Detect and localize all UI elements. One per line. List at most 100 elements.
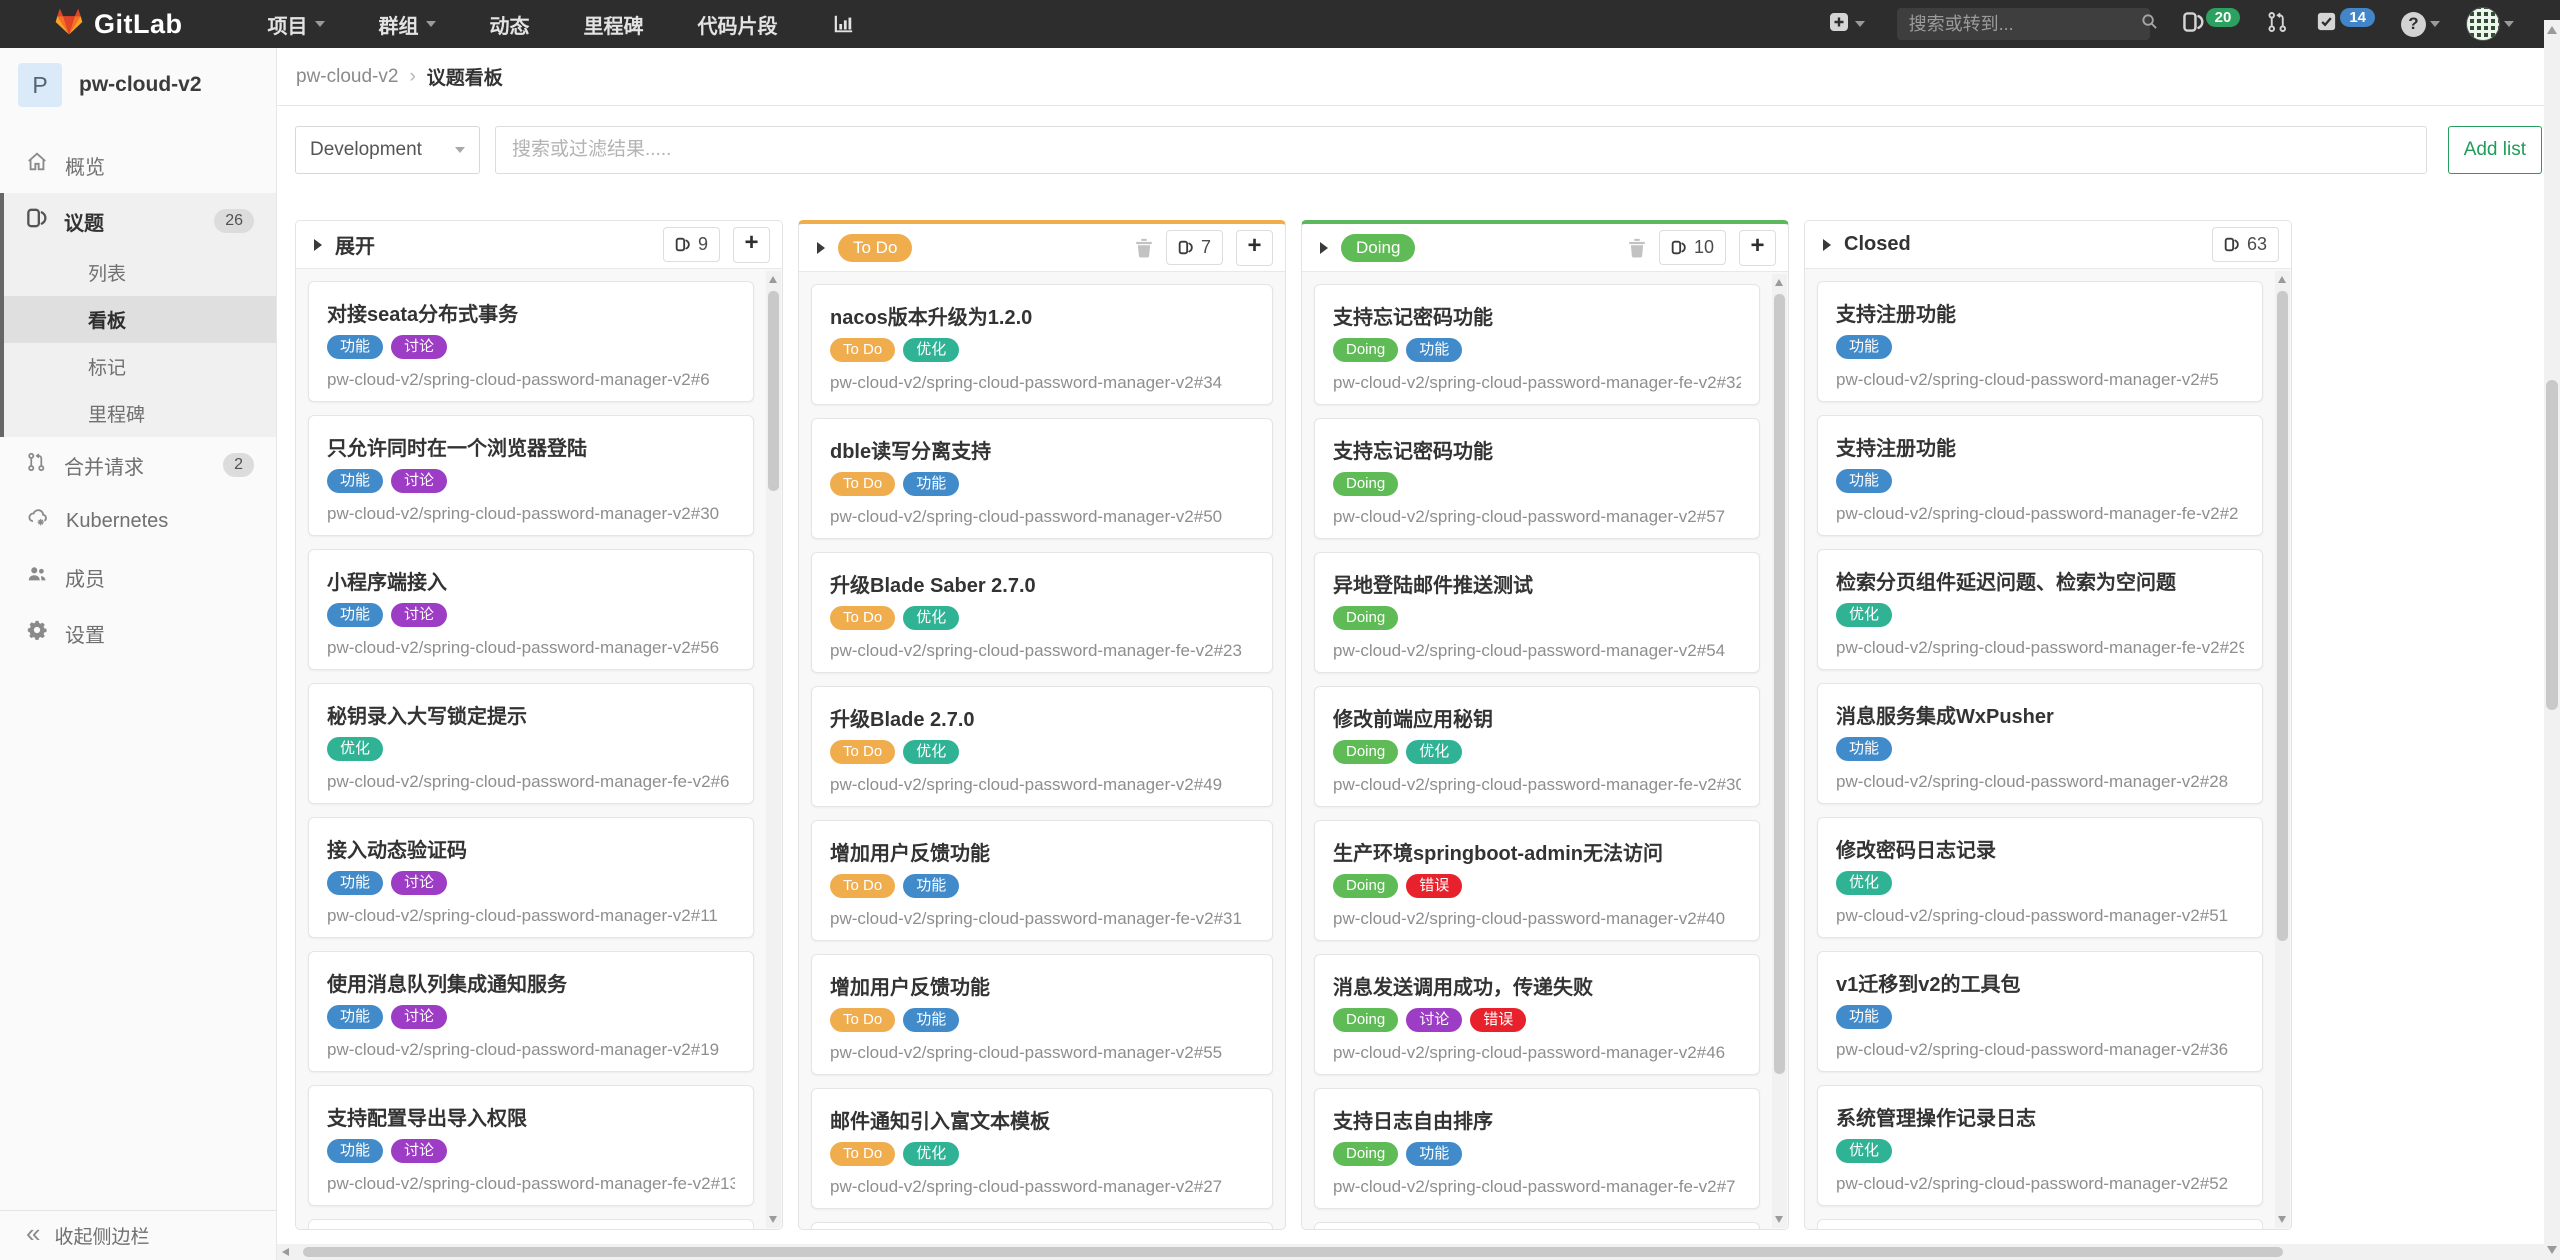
navbar-merge-requests-button[interactable] bbox=[2266, 10, 2289, 39]
collapse-column-caret-icon[interactable] bbox=[1823, 239, 1831, 251]
new-menu-button[interactable] bbox=[1827, 10, 1865, 39]
navbar-issues-button[interactable]: 20 bbox=[2182, 10, 2241, 39]
issue-label[interactable]: 优化 bbox=[327, 737, 383, 761]
issue-label[interactable]: 讨论 bbox=[391, 603, 447, 627]
collapse-column-caret-icon[interactable] bbox=[1320, 242, 1328, 254]
sidebar-item-labels[interactable]: 标记 bbox=[4, 343, 276, 390]
issue-label[interactable]: 功能 bbox=[1836, 1005, 1892, 1029]
add-issue-button[interactable]: + bbox=[1236, 230, 1273, 266]
issue-label[interactable]: 功能 bbox=[903, 874, 959, 898]
issue-card[interactable]: 邮件通知引入富文本模板 To Do优化 pw-cloud-v2/spring-c… bbox=[811, 1088, 1273, 1209]
issue-label[interactable]: 功能 bbox=[327, 1005, 383, 1029]
collapse-column-caret-icon[interactable] bbox=[817, 242, 825, 254]
scroll-up-arrow-icon[interactable] bbox=[769, 276, 777, 283]
scroll-down-arrow-icon[interactable] bbox=[2278, 1216, 2286, 1223]
sidebar-item-milestones[interactable]: 里程碑 bbox=[4, 390, 276, 437]
issue-label[interactable]: To Do bbox=[830, 874, 895, 898]
issue-card[interactable]: 系统管理操作记录日志 优化 pw-cloud-v2/spring-cloud-p… bbox=[1817, 1085, 2263, 1206]
add-issue-button[interactable]: + bbox=[1739, 230, 1776, 266]
issue-card[interactable]: 修改前端应用秘钥 Doing优化 pw-cloud-v2/spring-clou… bbox=[1314, 686, 1760, 807]
issue-card[interactable]: 支持注册功能 功能 pw-cloud-v2/spring-cloud-passw… bbox=[1817, 415, 2263, 536]
add-list-button[interactable]: Add list bbox=[2448, 126, 2542, 174]
navbar-todos-button[interactable]: 14 bbox=[2315, 10, 2375, 38]
issue-card[interactable]: 支持忘记密码功能 Doing pw-cloud-v2/spring-cloud-… bbox=[1314, 418, 1760, 539]
column-scrollbar[interactable] bbox=[2275, 271, 2290, 1228]
column-scrollbar-thumb[interactable] bbox=[1774, 294, 1785, 1074]
issue-label[interactable]: 优化 bbox=[1836, 871, 1892, 895]
user-menu-button[interactable] bbox=[2466, 7, 2514, 41]
issue-label[interactable]: 功能 bbox=[1836, 335, 1892, 359]
scroll-left-arrow-icon[interactable] bbox=[282, 1248, 289, 1256]
menu-milestones[interactable]: 里程碑 bbox=[557, 0, 671, 48]
issue-label[interactable]: To Do bbox=[830, 1008, 895, 1032]
issue-label[interactable]: 讨论 bbox=[391, 1139, 447, 1163]
delete-list-button[interactable] bbox=[1135, 238, 1153, 258]
column-scrollbar[interactable] bbox=[766, 271, 781, 1228]
delete-list-button[interactable] bbox=[1628, 238, 1646, 258]
project-header[interactable]: P pw-cloud-v2 bbox=[0, 48, 276, 121]
issue-card[interactable]: 修改密码日志记录 优化 pw-cloud-v2/spring-cloud-pas… bbox=[1817, 817, 2263, 938]
issue-label[interactable]: 功能 bbox=[1406, 338, 1462, 362]
horizontal-scrollbar-thumb[interactable] bbox=[303, 1247, 2283, 1257]
issue-label[interactable]: Doing bbox=[1333, 740, 1398, 764]
breadcrumb-project-link[interactable]: pw-cloud-v2 bbox=[296, 66, 398, 88]
scroll-up-arrow-icon[interactable] bbox=[1775, 279, 1783, 286]
issue-label[interactable]: Doing bbox=[1333, 472, 1398, 496]
issue-label[interactable]: To Do bbox=[830, 1142, 895, 1166]
issue-card[interactable]: 支持忘记密码功能 Doing功能 pw-cloud-v2/spring-clou… bbox=[1314, 284, 1760, 405]
issue-label[interactable]: 优化 bbox=[1406, 740, 1462, 764]
issue-label[interactable]: To Do bbox=[830, 338, 895, 362]
help-menu-button[interactable]: ? bbox=[2401, 12, 2440, 37]
issue-label[interactable]: 功能 bbox=[327, 335, 383, 359]
sidebar-item-merge-requests[interactable]: 合并请求 2 bbox=[0, 437, 276, 493]
issue-card[interactable]: nacos版本升级为1.2.0 To Do优化 pw-cloud-v2/spri… bbox=[811, 284, 1273, 405]
issue-label[interactable]: 讨论 bbox=[391, 469, 447, 493]
menu-projects[interactable]: 项目 bbox=[241, 0, 352, 48]
issue-label[interactable]: 错误 bbox=[1470, 1008, 1526, 1032]
issue-card[interactable]: 异地登陆邮件推送测试 Doing pw-cloud-v2/spring-clou… bbox=[1314, 552, 1760, 673]
scroll-down-arrow-icon[interactable] bbox=[2547, 1246, 2557, 1254]
issue-label[interactable]: Doing bbox=[1333, 1008, 1398, 1032]
issue-card[interactable]: 接入动态验证码 功能讨论 pw-cloud-v2/spring-cloud-pa… bbox=[308, 817, 754, 938]
sidebar-item-settings[interactable]: 设置 bbox=[0, 605, 276, 661]
issue-card[interactable]: 只允许同时在一个浏览器登陆 功能讨论 pw-cloud-v2/spring-cl… bbox=[308, 415, 754, 536]
column-scrollbar-thumb[interactable] bbox=[2277, 291, 2288, 941]
issue-label[interactable]: 功能 bbox=[903, 472, 959, 496]
issue-card[interactable]: 升级Blade 2.7.0 To Do优化 pw-cloud-v2/spring… bbox=[811, 686, 1273, 807]
issue-card[interactable]: 支持注册功能 功能 pw-cloud-v2/spring-cloud-passw… bbox=[1817, 281, 2263, 402]
sidebar-item-issue-list[interactable]: 列表 bbox=[4, 249, 276, 296]
issue-card[interactable]: 消息发送调用成功，传递失败 Doing讨论错误 pw-cloud-v2/spri… bbox=[1314, 954, 1760, 1075]
issue-label[interactable]: 优化 bbox=[1836, 1139, 1892, 1163]
issue-label[interactable]: To Do bbox=[830, 472, 895, 496]
global-search-box[interactable] bbox=[1897, 8, 2150, 40]
issue-label[interactable]: 优化 bbox=[903, 740, 959, 764]
issue-label[interactable]: Doing bbox=[1333, 338, 1398, 362]
scroll-down-arrow-icon[interactable] bbox=[1775, 1216, 1783, 1223]
menu-groups[interactable]: 群组 bbox=[352, 0, 463, 48]
board-horizontal-scrollbar[interactable] bbox=[277, 1244, 2560, 1260]
issue-filter-input[interactable] bbox=[495, 126, 2427, 174]
issue-label[interactable]: 功能 bbox=[327, 603, 383, 627]
issue-label[interactable]: 错误 bbox=[1406, 874, 1462, 898]
issue-label[interactable]: To Do bbox=[830, 606, 895, 630]
issue-label[interactable]: 功能 bbox=[327, 1139, 383, 1163]
sidebar-item-issue-board[interactable]: 看板 bbox=[4, 296, 276, 343]
issue-label[interactable]: 功能 bbox=[903, 1008, 959, 1032]
menu-snippets[interactable]: 代码片段 bbox=[671, 0, 805, 48]
sidebar-item-kubernetes[interactable]: Kubernetes bbox=[0, 493, 276, 549]
issue-card[interactable]: dble读写分离支持 To Do功能 pw-cloud-v2/spring-cl… bbox=[811, 418, 1273, 539]
issue-card[interactable]: 小程序端接入 功能讨论 pw-cloud-v2/spring-cloud-pas… bbox=[308, 549, 754, 670]
issue-label[interactable]: 功能 bbox=[327, 469, 383, 493]
issue-card[interactable]: 秘钥录入大写锁定提示 优化 pw-cloud-v2/spring-cloud-p… bbox=[308, 683, 754, 804]
issue-card[interactable]: v1迁移到v2的工具包 功能 pw-cloud-v2/spring-cloud-… bbox=[1817, 951, 2263, 1072]
issue-card[interactable]: 检索分页组件延迟问题、检索为空问题 优化 pw-cloud-v2/spring-… bbox=[1817, 549, 2263, 670]
collapse-sidebar-button[interactable]: « 收起侧边栏 bbox=[0, 1210, 276, 1260]
chart-icon[interactable] bbox=[805, 0, 881, 48]
vertical-scrollbar-thumb[interactable] bbox=[2546, 380, 2558, 710]
sidebar-item-issues[interactable]: 议题 26 bbox=[4, 193, 276, 249]
issue-label[interactable]: 讨论 bbox=[1406, 1008, 1462, 1032]
issue-card[interactable]: 升级Blade Saber 2.7.0 To Do优化 pw-cloud-v2/… bbox=[811, 552, 1273, 673]
issue-card[interactable]: 支持日志自由排序 Doing功能 pw-cloud-v2/spring-clou… bbox=[1314, 1088, 1760, 1209]
column-scrollbar-thumb[interactable] bbox=[768, 291, 779, 491]
issue-card[interactable]: 使用消息队列集成通知服务 功能讨论 pw-cloud-v2/spring-clo… bbox=[308, 951, 754, 1072]
